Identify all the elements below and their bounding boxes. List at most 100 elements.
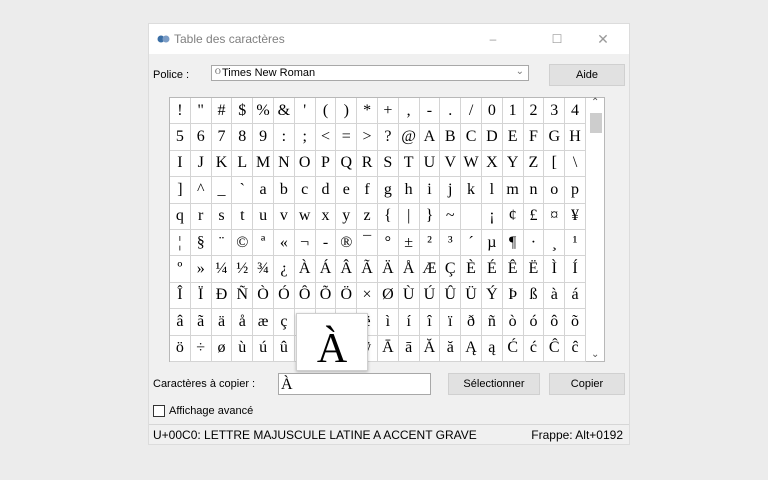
char-cell[interactable] — [461, 203, 482, 230]
char-cell[interactable]: Á — [315, 256, 337, 283]
char-cell[interactable]: ¬ — [294, 229, 316, 257]
char-cell[interactable]: » — [190, 256, 212, 283]
char-cell[interactable]: ã — [190, 309, 212, 336]
char-cell[interactable]: K — [211, 150, 233, 178]
char-cell[interactable]: Ä — [377, 256, 399, 283]
char-cell[interactable]: : — [273, 124, 295, 151]
char-cell[interactable]: Ï — [190, 282, 212, 310]
char-cell[interactable]: z — [357, 203, 378, 230]
char-cell[interactable]: · — [523, 229, 545, 257]
char-cell[interactable]: Ü — [461, 282, 482, 310]
maximize-button[interactable]: ☐ — [549, 31, 565, 47]
char-cell[interactable]: @ — [398, 124, 420, 151]
char-cell[interactable]: + — [377, 98, 399, 125]
char-cell[interactable]: ć — [523, 335, 545, 362]
char-cell[interactable]: Ù — [398, 282, 420, 310]
char-cell[interactable]: ¡ — [481, 203, 503, 230]
char-cell[interactable]: m — [502, 177, 524, 204]
char-cell[interactable]: | — [398, 203, 420, 230]
char-cell[interactable]: æ — [253, 309, 274, 336]
char-cell[interactable]: J — [190, 150, 212, 178]
char-cell[interactable]: ~ — [440, 203, 462, 230]
char-cell[interactable]: U — [419, 150, 441, 178]
char-cell[interactable]: O — [294, 150, 316, 178]
char-cell[interactable]: ¦ — [170, 229, 191, 257]
char-cell[interactable]: « — [273, 229, 295, 257]
char-cell[interactable]: Ã — [357, 256, 378, 283]
char-cell[interactable]: ð — [461, 309, 482, 336]
char-cell[interactable]: Û — [440, 282, 462, 310]
char-cell[interactable]: S — [377, 150, 399, 178]
char-cell[interactable]: 0 — [481, 98, 503, 125]
char-cell[interactable]: ] — [170, 177, 191, 204]
char-cell[interactable]: ' — [294, 98, 316, 125]
char-cell[interactable]: T — [398, 150, 420, 178]
char-cell[interactable]: V — [440, 150, 462, 178]
char-cell[interactable]: - — [419, 98, 441, 125]
char-cell[interactable]: # — [211, 98, 233, 125]
char-cell[interactable]: o — [544, 177, 566, 204]
char-cell[interactable]: Ë — [523, 256, 545, 283]
char-cell[interactable]: I — [170, 150, 191, 178]
char-cell[interactable]: ï — [440, 309, 462, 336]
char-cell[interactable]: ¾ — [253, 256, 274, 283]
char-cell[interactable]: F — [523, 124, 545, 151]
char-cell[interactable]: ñ — [481, 309, 503, 336]
char-cell[interactable]: ³ — [440, 229, 462, 257]
char-cell[interactable]: c — [294, 177, 316, 204]
char-cell[interactable]: [ — [544, 150, 566, 178]
char-cell[interactable]: Ñ — [232, 282, 254, 310]
char-cell[interactable]: ? — [377, 124, 399, 151]
char-cell[interactable]: ® — [336, 229, 358, 257]
char-cell[interactable]: L — [232, 150, 254, 178]
char-cell[interactable]: É — [481, 256, 503, 283]
char-cell[interactable]: 8 — [232, 124, 254, 151]
char-cell[interactable]: ¢ — [502, 203, 524, 230]
char-cell[interactable]: ÷ — [190, 335, 212, 362]
char-cell[interactable]: ¤ — [544, 203, 566, 230]
font-select[interactable]: O Times New Roman ⌄ — [211, 65, 529, 81]
char-cell[interactable]: N — [273, 150, 295, 178]
char-cell[interactable]: 7 — [211, 124, 233, 151]
char-cell[interactable]: l — [481, 177, 503, 204]
char-cell[interactable]: ä — [211, 309, 233, 336]
char-cell[interactable]: Ò — [253, 282, 274, 310]
char-cell[interactable]: á — [565, 282, 586, 310]
char-cell[interactable]: i — [419, 177, 441, 204]
char-cell[interactable]: ¿ — [273, 256, 295, 283]
char-cell[interactable]: P — [315, 150, 337, 178]
char-cell[interactable]: ª — [253, 229, 274, 257]
char-cell[interactable]: M — [253, 150, 274, 178]
char-cell[interactable]: Å — [398, 256, 420, 283]
char-cell[interactable]: í — [398, 309, 420, 336]
char-cell[interactable]: $ — [232, 98, 254, 125]
characters-to-copy-input[interactable]: À — [278, 373, 431, 395]
char-cell[interactable]: ç — [273, 309, 295, 336]
char-cell[interactable]: n — [523, 177, 545, 204]
char-cell[interactable]: & — [273, 98, 295, 125]
char-cell[interactable]: © — [232, 229, 254, 257]
char-cell[interactable]: Ý — [481, 282, 503, 310]
char-cell[interactable]: ù — [232, 335, 254, 362]
char-cell[interactable]: ½ — [232, 256, 254, 283]
char-cell[interactable]: Â — [336, 256, 358, 283]
char-cell[interactable]: ^ — [190, 177, 212, 204]
char-cell[interactable]: p — [565, 177, 586, 204]
char-cell[interactable]: Ú — [419, 282, 441, 310]
char-cell[interactable]: £ — [523, 203, 545, 230]
char-cell[interactable]: µ — [481, 229, 503, 257]
close-button[interactable]: ✕ — [595, 31, 611, 47]
char-cell[interactable]: § — [190, 229, 212, 257]
char-cell[interactable]: " — [190, 98, 212, 125]
char-cell[interactable]: Ð — [211, 282, 233, 310]
char-cell[interactable]: Ê — [502, 256, 524, 283]
char-cell[interactable]: % — [253, 98, 274, 125]
char-cell[interactable]: ą — [481, 335, 503, 362]
minimize-button[interactable]: – — [485, 31, 501, 47]
char-cell[interactable]: à — [544, 282, 566, 310]
char-cell[interactable]: Ô — [294, 282, 316, 310]
char-cell[interactable]: k — [461, 177, 482, 204]
char-cell[interactable]: Ą — [461, 335, 482, 362]
char-cell[interactable]: w — [294, 203, 316, 230]
char-cell[interactable]: d — [315, 177, 337, 204]
